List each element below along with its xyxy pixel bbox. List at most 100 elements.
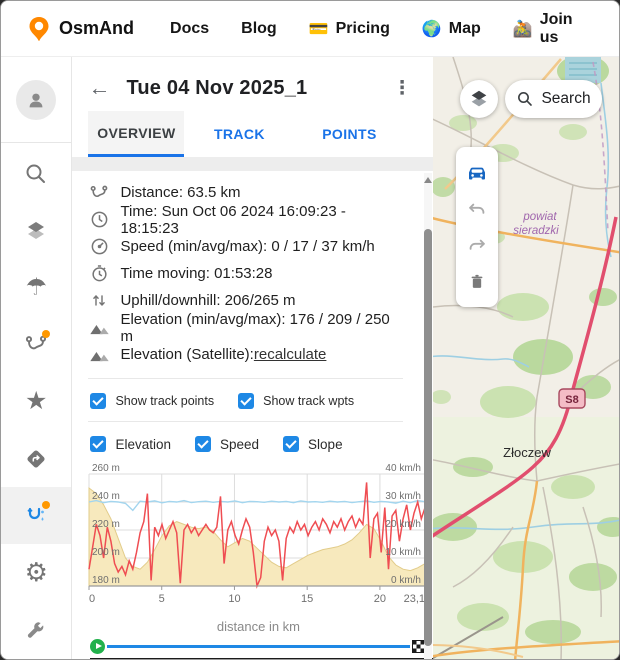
car-profile-button[interactable] [465,162,489,186]
kebab-menu-icon[interactable]: ⋮ [384,77,419,100]
track-detail-list: Distance: 63.5 kmTime: Sun Oct 06 2024 1… [88,179,403,368]
tab-track[interactable]: TRACK [184,111,294,157]
map-view[interactable]: S8 powiat sieradzki Złoczew Search [433,57,619,660]
detail-text: Elevation (Satellite): [120,346,253,363]
slider-track[interactable] [107,645,410,648]
detail-text: Time: Sun Oct 06 2024 16:09:23 - 18:15:2… [120,203,403,237]
elevation-speed-chart[interactable]: 260 m240 m220 m200 m180 m40 km/h30 km/h2… [86,460,403,617]
track-detail-row: Speed (min/avg/max): 0 / 17 / 37 km/h [88,233,403,260]
osmand-web-app: OsmAnd Docs Blog 💳Pricing 🌍Map 🚵Join us … [0,0,620,660]
layers-icon [24,219,48,243]
left-sidebar: ☂ ★ ⚙ [1,57,72,660]
tab-overview[interactable]: OVERVIEW [88,111,184,157]
credit-card-icon: 💳 [309,19,329,39]
map-tool-panel [456,147,498,307]
brand[interactable]: OsmAnd [27,16,134,42]
sidebar-item-favorites[interactable]: ★ [1,373,71,430]
svg-text:0: 0 [89,593,95,605]
svg-text:20 km/h: 20 km/h [386,519,422,530]
svg-text:40 km/h: 40 km/h [386,463,422,474]
svg-text:260 m: 260 m [92,463,120,474]
checkbox-speed[interactable]: Speed [195,436,259,452]
delete-button[interactable] [467,272,487,292]
checkbox-label: Speed [220,437,259,452]
mountains-icon [88,318,110,338]
nav-pricing[interactable]: 💳Pricing [309,19,390,39]
mountains-icon [88,345,110,365]
svg-text:15: 15 [302,593,314,605]
clock-icon [88,210,110,230]
globe-icon: 🌍 [422,19,442,39]
checkbox-icon[interactable] [90,393,106,409]
checkbox-show-track-points[interactable]: Show track points [90,393,214,409]
track-play-slider [90,638,425,654]
sidebar-item-tracks[interactable] [1,316,71,373]
track-detail-row: Time moving: 01:53:28 [88,260,403,287]
checkbox-icon[interactable] [195,436,211,452]
checkbox-label: Slope [308,437,343,452]
checkbox-elevation[interactable]: Elevation [90,436,171,452]
nav-join-us[interactable]: 🚵Join us [513,11,587,47]
map-search-button[interactable]: Search [505,80,602,118]
chart-series-checkbox-row: Elevation Speed Slope [88,432,403,454]
checkbox-label: Show track wpts [263,394,354,408]
updown-arrows-icon [88,291,110,311]
nav-docs[interactable]: Docs [170,20,209,38]
navigation-icon [24,447,48,471]
svg-text:20: 20 [374,593,386,605]
play-button[interactable] [90,639,105,654]
back-arrow-icon[interactable]: ← [88,75,114,101]
cyclist-icon: 🚵 [513,19,533,39]
notification-dot [42,330,50,338]
chart-canvas[interactable]: 260 m240 m220 m200 m180 m40 km/h30 km/h2… [86,460,428,612]
recalculate-link[interactable]: recalculate [254,346,327,363]
svg-text:5: 5 [159,593,165,605]
svg-text:220 m: 220 m [92,519,120,530]
route-icon [88,183,110,203]
checkbox-show-track-wpts[interactable]: Show track wpts [238,393,354,409]
checkbox-icon[interactable] [283,436,299,452]
nav-map[interactable]: 🌍Map [422,19,481,39]
sidebar-item-settings[interactable]: ⚙ [1,544,71,601]
svg-text:0 km/h: 0 km/h [391,575,421,586]
checkbox-slope[interactable]: Slope [283,436,343,452]
brand-name: OsmAnd [59,18,134,39]
sidebar-item-navigation[interactable] [1,430,71,487]
sidebar-item-search[interactable] [1,145,71,202]
svg-text:180 m: 180 m [92,575,120,586]
favorites-icon: ★ [25,389,47,414]
chart-x-axis-label: distance in km [88,619,428,634]
svg-text:sieradzki: sieradzki [514,225,560,237]
checkbox-label: Elevation [115,437,171,452]
sidebar-item-account[interactable] [1,57,71,143]
search-icon [516,90,534,108]
weather-icon: ☂ [25,276,47,300]
panel-scrollbar[interactable] [424,173,432,660]
map-town-label: Złoczew [504,445,552,460]
tab-points[interactable]: POINTS [294,111,404,157]
track-detail-row: Elevation (Satellite): recalculate [88,341,403,368]
checkbox-label: Show track points [115,394,214,408]
speedometer-icon [88,237,110,257]
scrollbar-up-arrow-icon[interactable] [424,177,432,183]
sidebar-item-cloud-tracks[interactable] [1,487,71,544]
sidebar-item-tools[interactable] [1,601,71,658]
redo-button[interactable] [466,236,488,258]
divider [88,421,403,422]
nav-blog[interactable]: Blog [241,20,277,38]
osmand-logo-icon [27,16,51,42]
detail-text: Uphill/downhill: 206/265 m [120,292,295,309]
search-icon [24,162,48,186]
checkbox-icon[interactable] [90,436,106,452]
detail-text: Speed (min/avg/max): 0 / 17 / 37 km/h [120,238,374,255]
sidebar-item-weather[interactable]: ☂ [1,259,71,316]
sidebar-item-layers[interactable] [1,202,71,259]
scrollbar-thumb[interactable] [424,229,432,646]
svg-text:240 m: 240 m [92,491,120,502]
notification-dot [42,501,50,509]
checkbox-icon[interactable] [238,393,254,409]
map-road-badge-s8: S8 [559,389,585,408]
undo-button[interactable] [466,200,488,222]
avatar [16,80,56,120]
svg-text:10 km/h: 10 km/h [386,547,422,558]
